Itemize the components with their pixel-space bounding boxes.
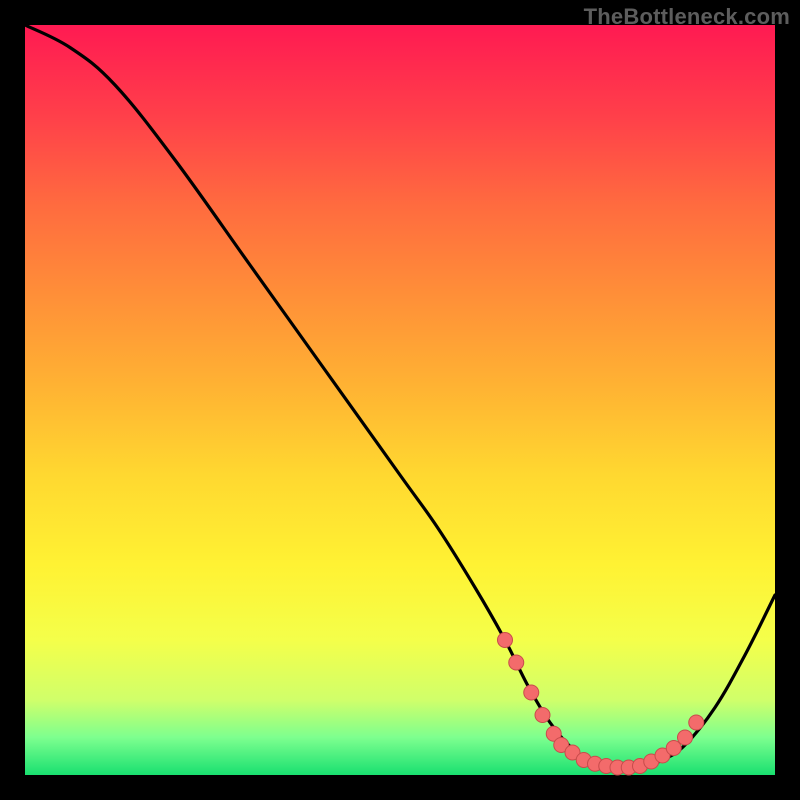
chart-frame: TheBottleneck.com bbox=[0, 0, 800, 800]
marker-dot bbox=[509, 655, 524, 670]
marker-dot bbox=[535, 708, 550, 723]
marker-dot bbox=[498, 633, 513, 648]
marker-dot bbox=[524, 685, 539, 700]
highlight-dots bbox=[498, 633, 704, 776]
bottleneck-curve bbox=[25, 25, 775, 768]
marker-dot bbox=[678, 730, 693, 745]
watermark-text: TheBottleneck.com bbox=[584, 4, 790, 30]
chart-svg bbox=[25, 25, 775, 775]
plot-area bbox=[25, 25, 775, 775]
marker-dot bbox=[689, 715, 704, 730]
